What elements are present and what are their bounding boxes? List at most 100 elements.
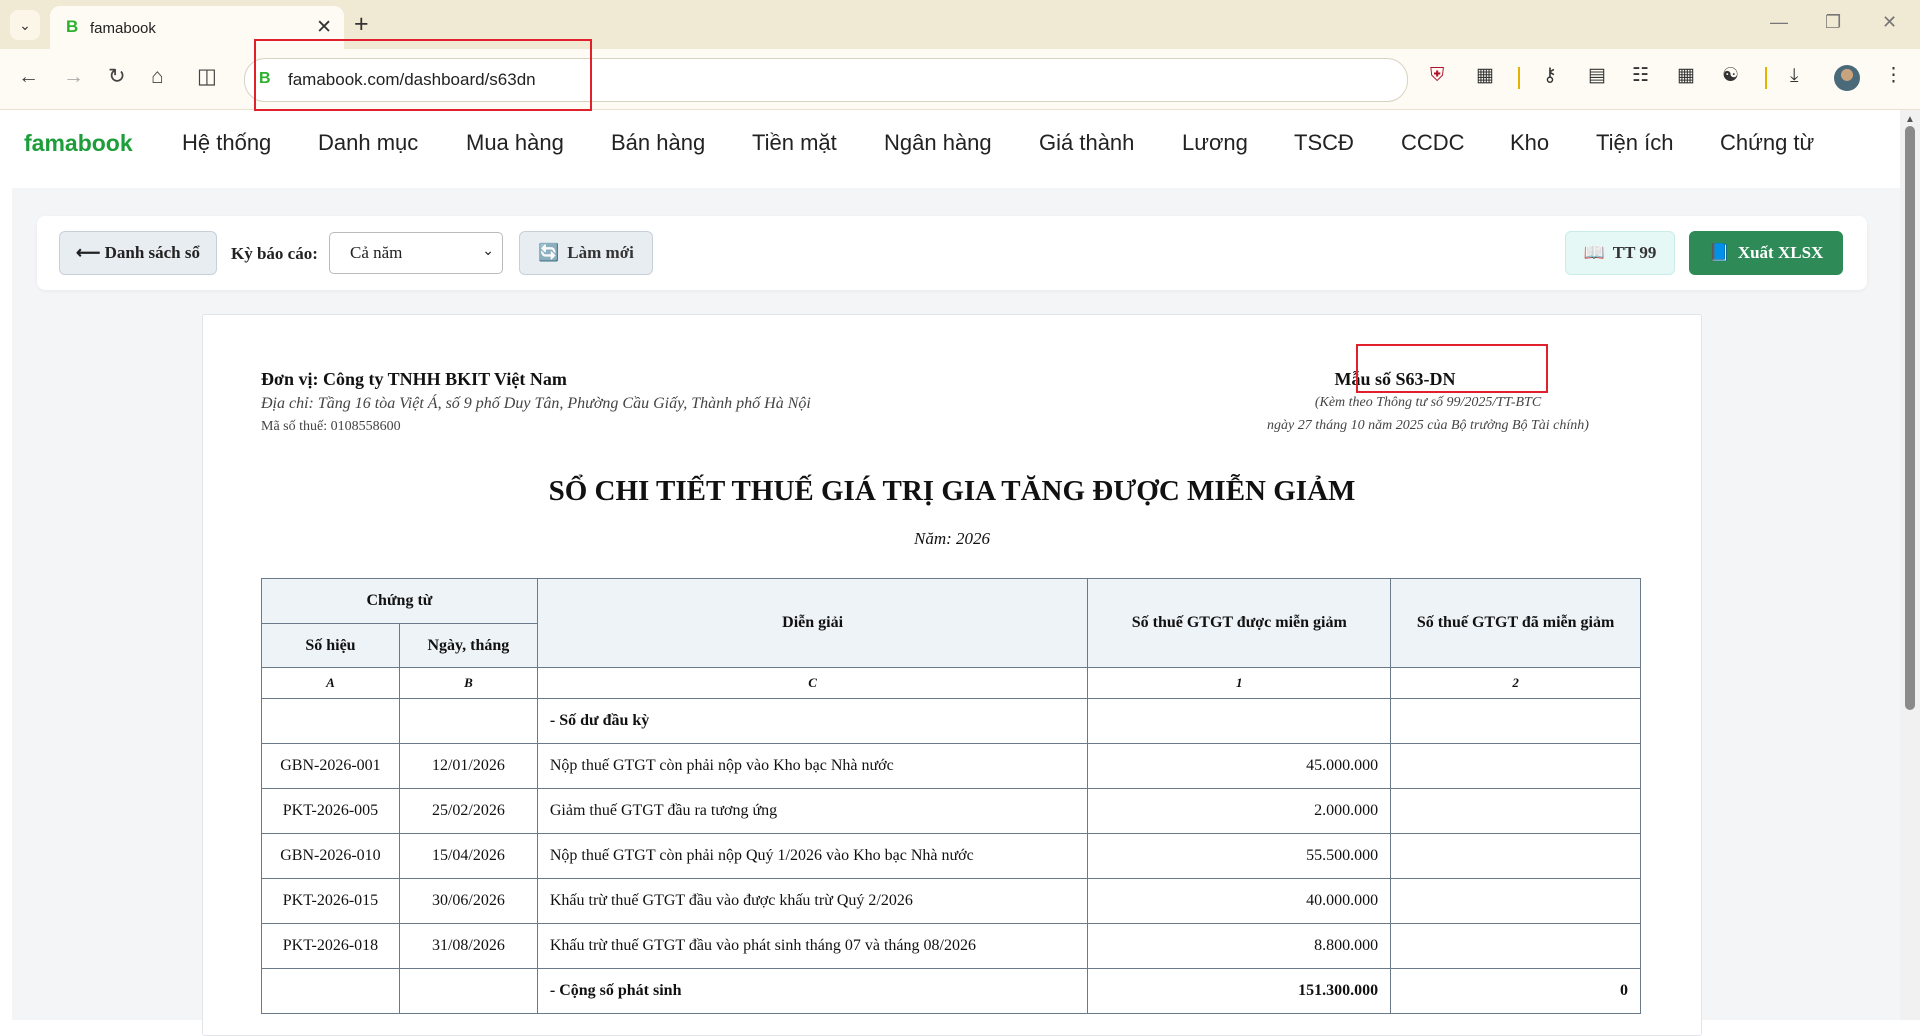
browser-toolbar: ← → ↻ ⌂ ◫ B famabook.com/dashboard/s63dn… — [0, 49, 1920, 110]
period-label: Kỳ báo cáo: — [231, 244, 318, 263]
card-icon[interactable]: ▤ — [1588, 64, 1606, 88]
browser-tab[interactable]: B famabook ✕ — [50, 6, 344, 49]
report-year: Năm: 2026 — [913, 529, 991, 548]
reading-mode-icon[interactable]: ☷ — [1632, 64, 1649, 88]
tab-title: famabook — [90, 20, 156, 37]
menu-chung-tu[interactable]: Chứng từ — [1720, 130, 1814, 156]
cell-date: 15/04/2026 — [398, 833, 538, 879]
cell-exempt: 40.000.000 — [1087, 878, 1392, 924]
address-bar[interactable]: B famabook.com/dashboard/s63dn — [244, 58, 1408, 102]
refresh-icon: 🔄 — [538, 243, 560, 262]
minimize-button[interactable]: — — [1770, 12, 1788, 33]
menu-danh-muc[interactable]: Danh mục — [318, 130, 418, 156]
menu-tien-ich[interactable]: Tiện ích — [1596, 130, 1673, 156]
ledger-table: Chứng từ Diễn giải Số thuế GTGT được miễ… — [261, 578, 1641, 1014]
home-icon[interactable]: ⌂ — [151, 65, 164, 89]
menu-mua-hang[interactable]: Mua hàng — [466, 130, 564, 156]
cell-voucher-no: PKT-2026-015 — [261, 878, 400, 924]
export-label: Xuất XLSX — [1737, 243, 1824, 262]
header-voucher: Chứng từ — [261, 578, 538, 624]
opening-balance-label: - Số dư đầu kỳ — [536, 698, 1089, 744]
report-toolbar: ⟵ Danh sách sổ Kỳ báo cáo: Cả năm ⌄ 🔄 Là… — [37, 216, 1867, 290]
header-exempted: Số thuế GTGT đã miễn giảm — [1390, 578, 1641, 668]
cell-exempted — [1390, 878, 1641, 924]
export-xlsx-button[interactable]: 📘 Xuất XLSX — [1689, 231, 1843, 275]
puzzle-extensions-icon[interactable]: ▦ — [1476, 64, 1494, 88]
header-description: Diễn giải — [536, 578, 1089, 668]
window-close-button[interactable]: ✕ — [1882, 12, 1897, 33]
menu-tscd[interactable]: TSCĐ — [1294, 130, 1354, 156]
toolbar-divider — [1518, 67, 1520, 89]
table-row: PKT-2026-018 31/08/2026 Khấu trừ thuế GT… — [261, 923, 1641, 969]
cell-date: 25/02/2026 — [398, 788, 538, 834]
back-to-list-button[interactable]: ⟵ Danh sách sổ — [59, 231, 217, 275]
cell-exempted — [1390, 923, 1641, 969]
menu-luong[interactable]: Lương — [1182, 130, 1248, 156]
browser-tabstrip: ⌄ B famabook ✕ + — ❐ ✕ — [0, 0, 1920, 49]
cell-exempted — [1390, 833, 1641, 879]
company-tax-code: Mã số thuế: 0108558600 — [261, 419, 401, 434]
report-paper: Đơn vị: Công ty TNHH BKIT Việt Nam Địa c… — [202, 314, 1702, 1036]
menu-kho[interactable]: Kho — [1510, 130, 1549, 156]
column-code: 1 — [1087, 667, 1392, 699]
total-exempt: 151.300.000 — [1087, 968, 1392, 1014]
new-tab-button[interactable]: + — [354, 10, 369, 38]
cell-description: Khấu trừ thuế GTGT đầu vào phát sinh thá… — [536, 923, 1089, 969]
menu-dots-icon[interactable]: ⋮ — [1884, 64, 1903, 88]
report-title: SỔ CHI TIẾT THUẾ GIÁ TRỊ GIA TĂNG ĐƯỢC M… — [548, 475, 1356, 507]
tt99-button[interactable]: 📖 TT 99 — [1565, 231, 1675, 275]
file-icon: 📘 — [1708, 243, 1730, 262]
cell-date: 12/01/2026 — [398, 743, 538, 789]
period-select[interactable]: Cả năm ⌄ — [329, 232, 503, 274]
column-code: C — [536, 667, 1089, 699]
cell-date: 31/08/2026 — [398, 923, 538, 969]
menu-ngan-hang[interactable]: Ngân hàng — [884, 130, 992, 156]
menu-ccdc[interactable]: CCDC — [1401, 130, 1465, 156]
table-icon[interactable]: ▦ — [1677, 64, 1695, 88]
split-view-icon[interactable]: ◫ — [197, 65, 217, 89]
chevron-down-icon: ⌄ — [482, 244, 494, 259]
key-icon[interactable]: ⚷ — [1543, 64, 1557, 88]
menu-gia-thanh[interactable]: Giá thành — [1039, 130, 1134, 156]
column-code: B — [398, 667, 538, 699]
table-row: - Số dư đầu kỳ — [261, 698, 1641, 744]
restore-button[interactable]: ❐ — [1825, 12, 1841, 33]
close-icon[interactable]: ✕ — [316, 16, 332, 39]
form-note-line-1: (Kèm theo Thông tư số 99/2025/TT-BTC — [1314, 395, 1542, 410]
table-row: PKT-2026-015 30/06/2026 Khấu trừ thuế GT… — [261, 878, 1641, 924]
scroll-up-arrow-icon[interactable]: ▲ — [1905, 114, 1915, 125]
tab-search-button[interactable]: ⌄ — [10, 10, 40, 40]
avatar[interactable] — [1834, 65, 1860, 91]
cell-description: Giảm thuế GTGT đầu ra tương ứng — [536, 788, 1089, 834]
book-icon: 📖 — [1583, 243, 1605, 262]
shield-extension-icon[interactable]: ⛨ — [1430, 64, 1444, 88]
back-arrow-icon[interactable]: ← — [18, 65, 39, 89]
menu-ban-hang[interactable]: Bán hàng — [611, 130, 705, 156]
refresh-label: Làm mới — [567, 243, 634, 262]
cell-voucher-no: PKT-2026-005 — [261, 788, 400, 834]
column-code: A — [261, 667, 400, 699]
scrollbar-thumb[interactable] — [1905, 126, 1915, 710]
cell-exempt: 55.500.000 — [1087, 833, 1392, 879]
table-row: GBN-2026-001 12/01/2026 Nộp thuế GTGT cò… — [261, 743, 1641, 789]
forward-arrow-icon[interactable]: → — [63, 65, 84, 89]
download-icon[interactable]: ⤓ — [1790, 64, 1798, 88]
form-number: Mẫu số S63-DN — [1334, 369, 1456, 389]
reload-icon[interactable]: ↻ — [108, 65, 126, 89]
refresh-button[interactable]: 🔄 Làm mới — [519, 231, 653, 275]
cell-date: 30/06/2026 — [398, 878, 538, 924]
total-exempted: 0 — [1390, 968, 1641, 1014]
menu-tien-mat[interactable]: Tiền mặt — [752, 130, 837, 156]
incognito-icon[interactable]: ☯ — [1722, 64, 1739, 88]
header-exempt: Số thuế GTGT được miễn giảm — [1087, 578, 1392, 668]
brand-logo[interactable]: famabook — [24, 130, 133, 157]
cell-description: Nộp thuế GTGT còn phải nộp Quý 1/2026 và… — [536, 833, 1089, 879]
cell-exempted — [1390, 743, 1641, 789]
favicon-icon: B — [66, 17, 79, 36]
total-row: - Cộng số phát sinh 151.300.000 0 — [261, 968, 1641, 1014]
header-date: Ngày, tháng — [398, 623, 538, 668]
url-text[interactable]: famabook.com/dashboard/s63dn — [288, 70, 536, 90]
period-select-value: Cả năm — [350, 243, 403, 262]
menu-he-thong[interactable]: Hệ thống — [182, 130, 271, 156]
cell-exempted — [1390, 788, 1641, 834]
